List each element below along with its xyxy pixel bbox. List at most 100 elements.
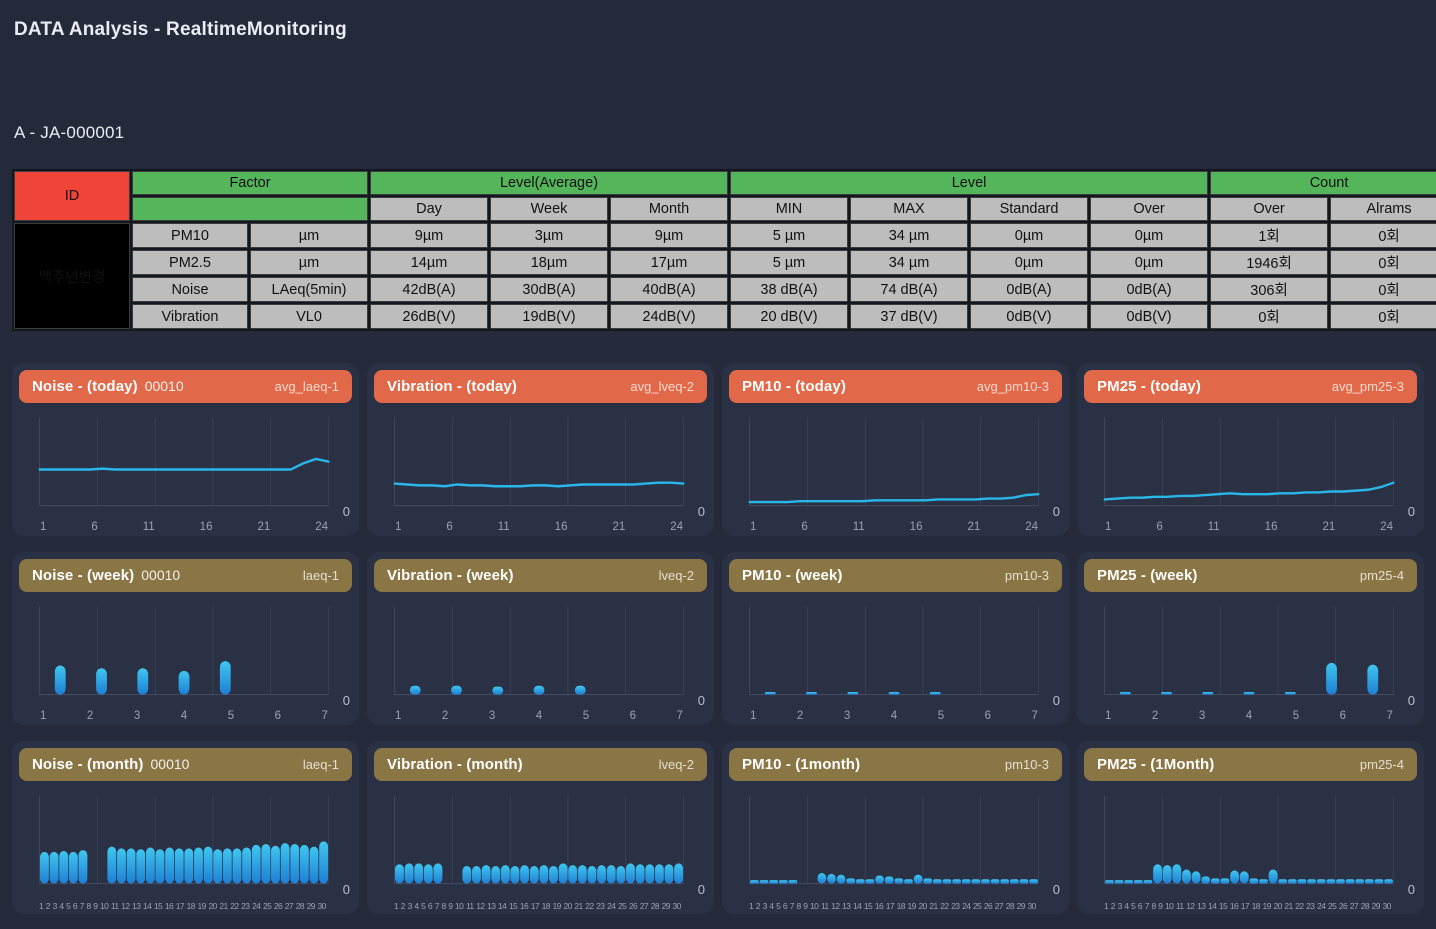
cell-unit: LAeq(5min) — [250, 277, 368, 302]
cell-alarms: 0회 — [1330, 250, 1436, 275]
axis-zero-label: 0 — [342, 882, 350, 897]
summary-table: ID Factor Level(Average) Level Count Day… — [12, 169, 1436, 331]
card-sensor-tag: pm10-3 — [1004, 757, 1049, 772]
chart-card-noise-month[interactable]: Noise - (month) 00010 laeq-1 0 1 2 3 4 5 6 7 8 9 10 11… — [12, 741, 359, 914]
card-header: PM10 - (today) avg_pm10-3 — [729, 370, 1062, 403]
cell-min: 38 dB(A) — [730, 277, 848, 302]
table-row: PM2.5 µm 14µm 18µm 17µm 5 µm 34 µm 0µm 0… — [14, 250, 1436, 275]
cell-alarms: 0회 — [1330, 304, 1436, 329]
axis-zero-label: 0 — [697, 882, 705, 897]
cell-week: 18µm — [490, 250, 608, 275]
cell-min: 5 µm — [730, 223, 848, 248]
subheader-day: Day — [370, 197, 488, 221]
chart-plot-area: 0 1 2 3 4 5 6 7 8 9 10 11 12 13 14 15 16 17 18 19 20 21 22 23 24… — [1084, 789, 1417, 911]
subheader-max: MAX — [850, 197, 968, 221]
chart-plot-area: 01234567 — [19, 600, 352, 722]
card-header: Noise - (week) 00010 laeq-1 — [19, 559, 352, 592]
header-factor-spacer — [132, 197, 368, 221]
cell-count-over: 1946회 — [1210, 250, 1329, 275]
cell-factor: Vibration — [132, 304, 248, 329]
card-sensor-tag: lveq-2 — [658, 757, 694, 772]
card-title: PM10 - (1month) — [742, 756, 861, 773]
cell-max: 74 dB(A) — [850, 277, 968, 302]
table-group-header-row: ID Factor Level(Average) Level Count — [14, 171, 1436, 221]
table-row: Vibration VL0 26dB(V) 19dB(V) 24dB(V) 20… — [14, 304, 1436, 329]
cell-over: 0dB(V) — [1090, 304, 1209, 329]
chart-card-grid: Noise - (today) 00010 avg_laeq-1 0 1 6 11 16 21 2… — [12, 363, 1424, 929]
card-sensor-tag: laeq-1 — [302, 757, 339, 772]
chart-plot-area: 01234567 — [729, 600, 1062, 722]
chart-card-pm10-1month[interactable]: PM10 - (1month) pm10-3 0 1 2 3 4 5 6 7 8 9 10 11 12 13 1… — [722, 741, 1069, 914]
cell-standard: 0dB(V) — [970, 304, 1088, 329]
header-count: Count — [1210, 171, 1436, 195]
cell-max: 37 dB(V) — [850, 304, 968, 329]
cell-day: 26dB(V) — [370, 304, 488, 329]
chart-plot-area: 0 1 6 11 16 21 24 — [729, 411, 1062, 533]
cell-factor: PM10 — [132, 223, 248, 248]
header-level-average: Level(Average) — [370, 171, 728, 195]
card-sensor-tag: lveq-2 — [658, 568, 694, 583]
card-sensor-tag: avg_pm10-3 — [976, 379, 1049, 394]
cell-min: 5 µm — [730, 250, 848, 275]
axis-zero-label: 0 — [1052, 504, 1060, 519]
cell-alarms: 0회 — [1330, 277, 1436, 302]
chart-plot-area: 0 1 2 3 4 5 6 7 8 9 10 11 12 13 14 15 16 17 18 19 20 21 22 23 24… — [729, 789, 1062, 911]
cell-over: 0dB(A) — [1090, 277, 1209, 302]
chart-card-pm10-week[interactable]: PM10 - (week) pm10-3 0 1 2 3 4 5 6 7 — [722, 552, 1069, 725]
card-header: PM25 - (1Month) pm25-4 — [1084, 748, 1417, 781]
chart-card-noise-week[interactable]: Noise - (week) 00010 laeq-1 0 1 2 3 4 5 6 7 — [12, 552, 359, 725]
cell-week: 3µm — [490, 223, 608, 248]
chart-plot-area: 0 1 6 11 16 21 24 — [374, 411, 707, 533]
card-sensor-tag: avg_lveq-2 — [630, 379, 694, 394]
card-subtitle: 00010 — [141, 567, 181, 583]
cell-month: 24dB(V) — [610, 304, 728, 329]
chart-card-pm25-week[interactable]: PM25 - (week) pm25-4 0 1 2 3 4 5 6 7 — [1077, 552, 1424, 725]
chart-card-vibration-today[interactable]: Vibration - (today) avg_lveq-2 0 1 6 11 16 21 24 — [367, 363, 714, 536]
card-sensor-tag: avg_pm25-3 — [1331, 379, 1404, 394]
card-header: Vibration - (month) lveq-2 — [374, 748, 707, 781]
card-title: PM25 - (today) — [1097, 378, 1201, 395]
summary-table-body: 백주년변경 PM10 µm 9µm 3µm 9µm 5 µm 34 µm 0µm… — [14, 223, 1436, 329]
axis-zero-label: 0 — [342, 693, 350, 708]
cell-month: 9µm — [610, 223, 728, 248]
chart-card-pm25-1month[interactable]: PM25 - (1Month) pm25-4 0 1 2 3 4 5 6 7 8 9 10 11 12 13 1… — [1077, 741, 1424, 914]
id-value-cell: 백주년변경 — [14, 223, 130, 329]
chart-plot-area: 0 1 2 3 4 5 6 7 8 9 10 11 12 13 14 15 16 17 18 19 20 21 22 23 24… — [374, 789, 707, 911]
header-factor: Factor — [132, 171, 368, 195]
subheader-count-over: Over — [1210, 197, 1329, 221]
subheader-month: Month — [610, 197, 728, 221]
cell-factor: PM2.5 — [132, 250, 248, 275]
card-title: PM25 - (week) — [1097, 567, 1198, 584]
chart-card-pm10-today[interactable]: PM10 - (today) avg_pm10-3 0 1 6 11 16 21 24 — [722, 363, 1069, 536]
chart-card-pm25-today[interactable]: PM25 - (today) avg_pm25-3 0 1 6 11 16 21 24 — [1077, 363, 1424, 536]
cell-day: 9µm — [370, 223, 488, 248]
card-sensor-tag: avg_laeq-1 — [274, 379, 339, 394]
table-row: 백주년변경 PM10 µm 9µm 3µm 9µm 5 µm 34 µm 0µm… — [14, 223, 1436, 329]
card-sensor-tag: pm25-4 — [1359, 757, 1404, 772]
axis-zero-label: 0 — [1052, 882, 1060, 897]
axis-zero-label: 0 — [697, 693, 705, 708]
subheader-week: Week — [490, 197, 608, 221]
card-sensor-tag: pm25-4 — [1359, 568, 1404, 583]
card-sensor-tag: laeq-1 — [302, 568, 339, 583]
chart-card-vibration-week[interactable]: Vibration - (week) lveq-2 0 1 2 3 4 5 6 7 — [367, 552, 714, 725]
card-title: Vibration - (month) — [387, 756, 523, 773]
axis-zero-label: 0 — [1407, 882, 1415, 897]
cell-day: 14µm — [370, 250, 488, 275]
cell-month: 17µm — [610, 250, 728, 275]
chart-card-noise-today[interactable]: Noise - (today) 00010 avg_laeq-1 0 1 6 11 16 21 2… — [12, 363, 359, 536]
card-title: Vibration - (today) — [387, 378, 517, 395]
card-title: Noise - (today) — [32, 378, 138, 395]
card-header: PM25 - (today) avg_pm25-3 — [1084, 370, 1417, 403]
axis-zero-label: 0 — [697, 504, 705, 519]
summary-table-wrapper: ID Factor Level(Average) Level Count Day… — [12, 169, 1436, 331]
card-title: Vibration - (week) — [387, 567, 514, 584]
cell-unit: µm — [250, 223, 368, 248]
card-title: Noise - (month) — [32, 756, 144, 773]
cell-alarms: 0회 — [1330, 223, 1436, 248]
chart-card-vibration-month[interactable]: Vibration - (month) lveq-2 0 1 2 3 4 5 6 7 8 9 10 11 1… — [367, 741, 714, 914]
cell-day: 42dB(A) — [370, 277, 488, 302]
table-row: Noise LAeq(5min) 42dB(A) 30dB(A) 40dB(A)… — [14, 277, 1436, 302]
subheader-standard: Standard — [970, 197, 1088, 221]
cell-min: 20 dB(V) — [730, 304, 848, 329]
